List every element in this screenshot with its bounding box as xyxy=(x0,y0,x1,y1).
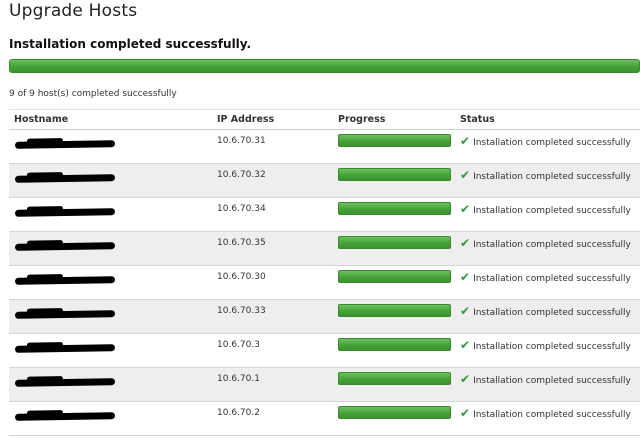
host-progress-bar xyxy=(338,372,451,385)
table-row: 10.6.70.35 ✔ Installation completed succes… xyxy=(9,232,640,266)
hostname-redacted xyxy=(14,412,116,421)
hosts-table: Hostname IP Address Progress Status 10.6… xyxy=(9,109,640,436)
check-icon: ✔ xyxy=(460,236,471,250)
status-text: Installation completed successfully xyxy=(473,206,631,216)
ip-address-cell: 10.6.70.32 xyxy=(217,170,266,180)
ip-address-cell: 10.6.70.30 xyxy=(217,272,266,282)
check-icon: ✔ xyxy=(460,372,471,386)
hostname-redacted xyxy=(14,378,116,387)
ip-address-cell: 10.6.70.34 xyxy=(217,204,266,214)
hostname-redacted xyxy=(14,208,116,217)
status-text: Installation completed successfully xyxy=(473,342,631,352)
table-row: 10.6.70.31 ✔ Installation completed succes… xyxy=(9,130,640,164)
table-row: 10.6.70.2 ✔ Installation completed success… xyxy=(9,402,640,436)
ip-address-cell: 10.6.70.35 xyxy=(217,238,266,248)
status-cell: ✔ Installation completed successfully xyxy=(460,202,631,216)
host-progress-bar xyxy=(338,270,451,283)
host-progress-bar xyxy=(338,134,451,147)
hostname-redacted xyxy=(14,242,116,251)
check-icon: ✔ xyxy=(460,406,471,420)
ip-address-cell: 10.6.70.2 xyxy=(217,408,260,418)
ip-address-cell: 10.6.70.31 xyxy=(217,136,266,146)
host-progress-bar xyxy=(338,168,451,181)
check-icon: ✔ xyxy=(460,338,471,352)
status-text: Installation completed successfully xyxy=(473,376,631,386)
status-cell: ✔ Installation completed successfully xyxy=(460,304,631,318)
table-row: 10.6.70.34 ✔ Installation completed succes… xyxy=(9,198,640,232)
status-text: Installation completed successfully xyxy=(473,308,631,318)
status-cell: ✔ Installation completed successfully xyxy=(460,236,631,250)
summary-heading: Installation completed successfully. xyxy=(9,37,252,51)
check-icon: ✔ xyxy=(460,304,471,318)
status-text: Installation completed successfully xyxy=(473,274,631,284)
host-progress-bar xyxy=(338,236,451,249)
table-row: 10.6.70.1 ✔ Installation completed success… xyxy=(9,368,640,402)
overall-progress-bar xyxy=(9,59,640,73)
check-icon: ✔ xyxy=(460,168,471,182)
host-progress-bar xyxy=(338,202,451,215)
check-icon: ✔ xyxy=(460,202,471,216)
table-header: Hostname IP Address Progress Status xyxy=(9,109,640,130)
status-text: Installation completed successfully xyxy=(473,172,631,182)
status-cell: ✔ Installation completed successfully xyxy=(460,134,631,148)
ip-address-cell: 10.6.70.3 xyxy=(217,340,260,350)
status-cell: ✔ Installation completed successfully xyxy=(460,168,631,182)
check-icon: ✔ xyxy=(460,134,471,148)
check-icon: ✔ xyxy=(460,270,471,284)
hostname-redacted xyxy=(14,344,116,353)
header-progress: Progress xyxy=(338,114,386,125)
ip-address-cell: 10.6.70.1 xyxy=(217,374,260,384)
hostname-redacted xyxy=(14,310,116,319)
header-status: Status xyxy=(460,114,495,125)
header-ip-address: IP Address xyxy=(217,114,275,125)
host-progress-bar xyxy=(338,406,451,419)
table-row: 10.6.70.33 ✔ Installation completed succes… xyxy=(9,300,640,334)
hosts-count-text: 9 of 9 host(s) completed successfully xyxy=(9,89,177,99)
page-title: Upgrade Hosts xyxy=(9,1,138,21)
table-row: 10.6.70.30 ✔ Installation completed succes… xyxy=(9,266,640,300)
hostname-redacted xyxy=(14,140,116,149)
status-text: Installation completed successfully xyxy=(473,410,631,420)
status-cell: ✔ Installation completed successfully xyxy=(460,372,631,386)
status-text: Installation completed successfully xyxy=(473,138,631,148)
status-cell: ✔ Installation completed successfully xyxy=(460,270,631,284)
status-cell: ✔ Installation completed successfully xyxy=(460,338,631,352)
ip-address-cell: 10.6.70.33 xyxy=(217,306,266,316)
status-text: Installation completed successfully xyxy=(473,240,631,250)
table-row: 10.6.70.32 ✔ Installation completed succes… xyxy=(9,164,640,198)
host-progress-bar xyxy=(338,338,451,351)
table-row: 10.6.70.3 ✔ Installation completed success… xyxy=(9,334,640,368)
status-cell: ✔ Installation completed successfully xyxy=(460,406,631,420)
header-hostname: Hostname xyxy=(14,114,69,125)
hostname-redacted xyxy=(14,174,116,183)
hostname-redacted xyxy=(14,276,116,285)
host-progress-bar xyxy=(338,304,451,317)
